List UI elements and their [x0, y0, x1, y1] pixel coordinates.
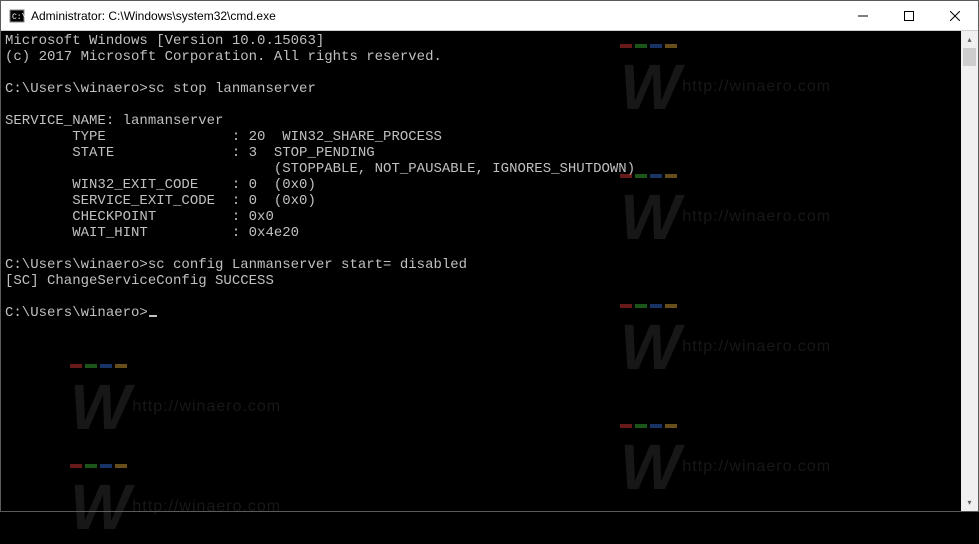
terminal-prompt: C:\Users\winaero>	[5, 305, 148, 321]
terminal-line: STATE : 3 STOP_PENDING	[5, 145, 375, 161]
window-controls	[840, 1, 978, 30]
close-button[interactable]	[932, 1, 978, 30]
maximize-button[interactable]	[886, 1, 932, 30]
terminal-line: C:\Users\winaero>sc config Lanmanserver …	[5, 257, 467, 273]
terminal-line: WAIT_HINT : 0x4e20	[5, 225, 299, 241]
terminal-line: TYPE : 20 WIN32_SHARE_PROCESS	[5, 129, 442, 145]
scroll-track[interactable]	[961, 48, 978, 494]
terminal-line: Microsoft Windows [Version 10.0.15063]	[5, 33, 324, 49]
svg-text:C:\: C:\	[12, 13, 25, 22]
scroll-up-arrow-icon[interactable]: ▴	[961, 31, 978, 48]
cmd-window: C:\ Administrator: C:\Windows\system32\c…	[0, 0, 979, 512]
terminal-output[interactable]: Microsoft Windows [Version 10.0.15063] (…	[1, 31, 978, 511]
terminal-line: SERVICE_EXIT_CODE : 0 (0x0)	[5, 193, 316, 209]
terminal-line: C:\Users\winaero>sc stop lanmanserver	[5, 81, 316, 97]
minimize-button[interactable]	[840, 1, 886, 30]
scroll-thumb[interactable]	[963, 48, 976, 66]
cursor-icon	[149, 315, 157, 317]
terminal-line: WIN32_EXIT_CODE : 0 (0x0)	[5, 177, 316, 193]
titlebar[interactable]: C:\ Administrator: C:\Windows\system32\c…	[1, 1, 978, 31]
terminal-line: SERVICE_NAME: lanmanserver	[5, 113, 223, 129]
vertical-scrollbar[interactable]: ▴ ▾	[961, 31, 978, 511]
scroll-down-arrow-icon[interactable]: ▾	[961, 494, 978, 511]
window-title: Administrator: C:\Windows\system32\cmd.e…	[31, 9, 840, 23]
cmd-icon: C:\	[9, 8, 25, 24]
terminal-line: CHECKPOINT : 0x0	[5, 209, 274, 225]
terminal-line: (STOPPABLE, NOT_PAUSABLE, IGNORES_SHUTDO…	[5, 161, 635, 177]
terminal-line: [SC] ChangeServiceConfig SUCCESS	[5, 273, 274, 289]
terminal-line: (c) 2017 Microsoft Corporation. All righ…	[5, 49, 442, 65]
